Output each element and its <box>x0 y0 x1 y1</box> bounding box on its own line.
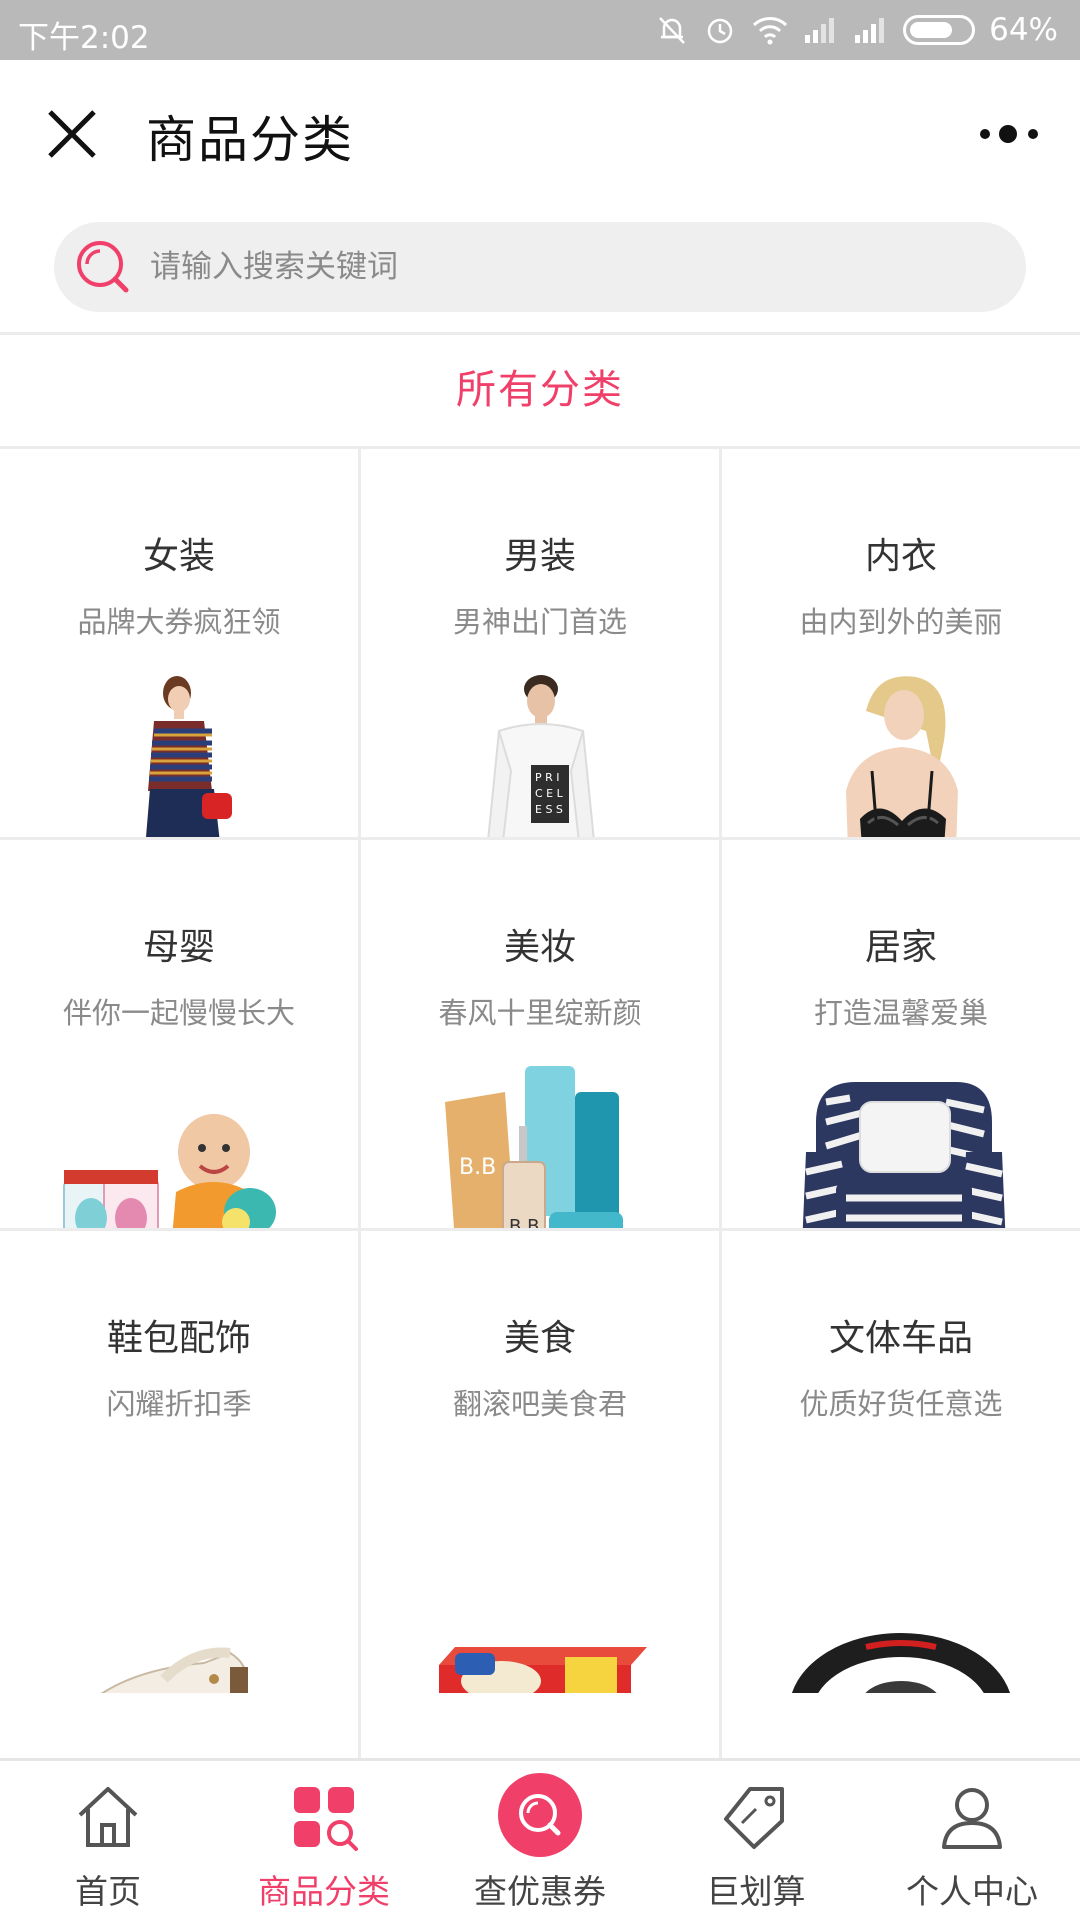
divider <box>0 332 1080 335</box>
category-desc: 打造温馨爱巢 <box>813 996 988 1030</box>
nav-label: 查优惠券 <box>474 1872 606 1911</box>
category-name: 内衣 <box>864 536 937 577</box>
user-icon <box>942 1788 1002 1849</box>
category-name: 鞋包配饰 <box>106 1318 251 1359</box>
title-bar: 商品分类 <box>0 60 1080 208</box>
snack-box-image <box>439 1647 647 1693</box>
nav-label: 商品分类 <box>258 1872 390 1911</box>
more-icon[interactable] <box>978 118 1042 150</box>
category-desc: 春风十里绽新颜 <box>438 996 642 1030</box>
search-input[interactable] <box>150 222 970 312</box>
battery-percent: 64% <box>989 12 1058 48</box>
status-bar: 下午2:02 64% <box>0 0 1080 60</box>
signal-icon <box>855 18 885 43</box>
category-grid: 女装 品牌大券疯狂领 男装 男神出门首选 P R I C E L E S S 内… <box>0 446 1080 1758</box>
category-name: 美妆 <box>503 927 576 968</box>
coupon-search-icon <box>498 1773 582 1857</box>
alarm-icon <box>707 18 733 44</box>
tag-icon <box>724 1787 784 1849</box>
nav-label: 巨划算 <box>706 1872 806 1911</box>
search-bar[interactable] <box>54 222 1026 312</box>
divider <box>358 446 361 1758</box>
steering-wheel-image <box>792 1633 1010 1693</box>
home-icon <box>78 1787 138 1847</box>
category-desc: 翻滚吧美食君 <box>452 1387 627 1421</box>
all-categories-title: 所有分类 <box>456 367 624 413</box>
category-item-sports-car[interactable]: 文体车品 优质好货任意选 <box>722 1231 1080 1711</box>
divider <box>719 446 722 1758</box>
category-desc: 闪耀折扣季 <box>106 1387 252 1421</box>
status-time: 下午2:02 <box>18 20 150 56</box>
signal-icon <box>805 18 835 43</box>
page-title: 商品分类 <box>146 111 354 169</box>
svg-text:P R I: P R I <box>535 771 560 784</box>
nav-home[interactable]: 首页 <box>0 1761 216 1920</box>
category-name: 美食 <box>503 1318 576 1359</box>
battery-icon <box>903 15 976 45</box>
category-name: 男装 <box>503 536 576 577</box>
category-desc: 伴你一起慢慢长大 <box>62 996 295 1030</box>
category-name: 母婴 <box>142 927 215 968</box>
search-icon <box>77 241 129 293</box>
mute-bell-icon <box>659 17 685 44</box>
category-name: 女装 <box>142 536 215 577</box>
sandal-image <box>100 1647 248 1693</box>
close-icon[interactable] <box>40 102 104 166</box>
category-desc: 男神出门首选 <box>452 605 627 639</box>
category-icon <box>294 1787 358 1851</box>
nav-label: 个人中心 <box>906 1872 1038 1911</box>
nav-coupon-search[interactable]: 查优惠券 <box>432 1761 648 1920</box>
category-item-food[interactable]: 美食 翻滚吧美食君 <box>361 1231 719 1711</box>
status-icons: 64% <box>655 8 1058 52</box>
wifi-icon <box>753 17 788 45</box>
category-desc: 由内到外的美丽 <box>799 605 1003 639</box>
nav-label: 首页 <box>75 1872 141 1911</box>
svg-text:B.B: B.B <box>459 1155 496 1180</box>
category-desc: 优质好货任意选 <box>799 1387 1003 1421</box>
svg-text:E S S: E S S <box>535 803 563 816</box>
category-name: 文体车品 <box>828 1318 973 1359</box>
bottom-nav: 首页 商品分类 查优惠券 巨划算 个人中心 <box>0 1758 1080 1920</box>
category-name: 居家 <box>864 927 937 968</box>
category-desc: 品牌大券疯狂领 <box>77 605 281 639</box>
nav-category[interactable]: 商品分类 <box>216 1761 432 1920</box>
nav-deals[interactable]: 巨划算 <box>648 1761 864 1920</box>
svg-text:C E L: C E L <box>535 787 564 800</box>
nav-profile[interactable]: 个人中心 <box>864 1761 1080 1920</box>
category-item-shoes-bags[interactable]: 鞋包配饰 闪耀折扣季 <box>0 1231 358 1711</box>
